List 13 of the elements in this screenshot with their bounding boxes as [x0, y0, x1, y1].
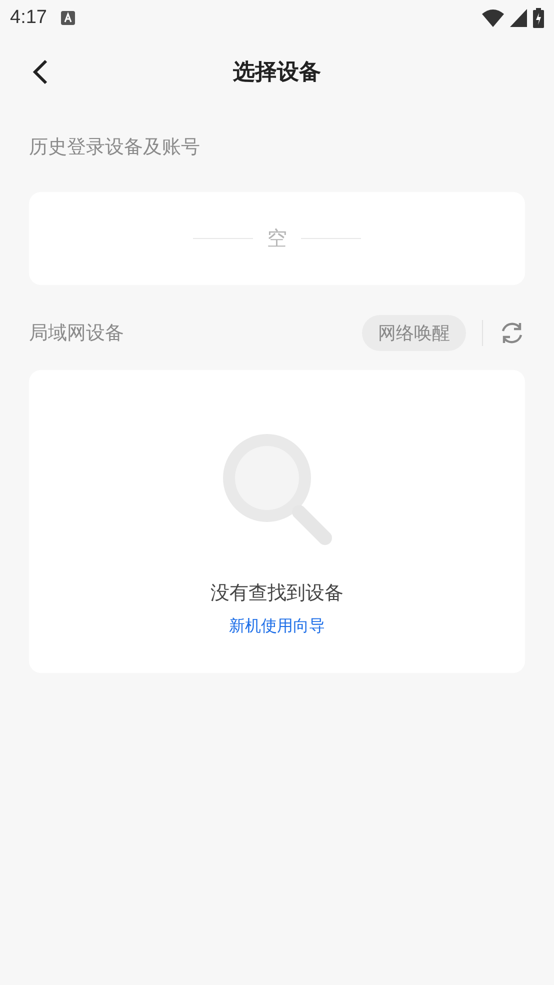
empty-title: 没有查找到设备 [210, 581, 344, 606]
wake-button[interactable]: 网络唤醒 [362, 315, 466, 351]
empty-text: 空 [267, 225, 287, 252]
status-time: 4:17 [10, 7, 47, 29]
battery-icon [533, 8, 544, 28]
guide-link[interactable]: 新机使用向导 [229, 616, 325, 637]
notification-icon [60, 11, 75, 25]
page-title: 选择设备 [233, 59, 321, 87]
signal-icon [510, 9, 527, 27]
refresh-icon[interactable] [499, 320, 525, 346]
section-label: 历史登录设备及账号 [29, 136, 200, 158]
wifi-icon [482, 9, 504, 27]
section-label: 局域网设备 [29, 321, 124, 346]
